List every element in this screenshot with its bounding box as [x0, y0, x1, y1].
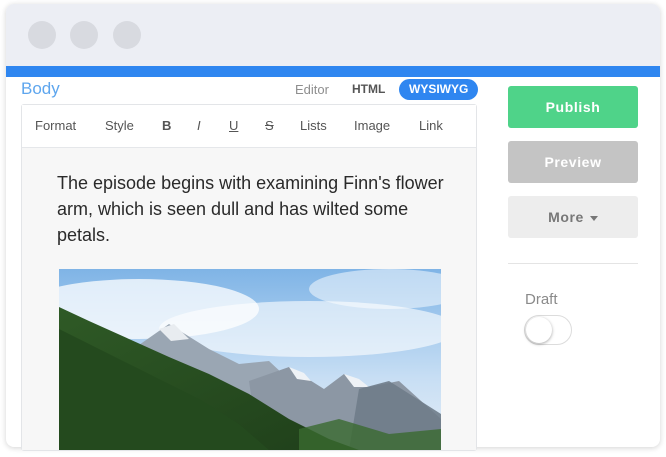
window-close-dot[interactable] — [28, 21, 56, 49]
publish-button[interactable]: Publish — [508, 86, 638, 128]
format-menu[interactable]: Format — [35, 118, 76, 133]
strikethrough-button[interactable]: S — [265, 118, 274, 133]
editor-content-area[interactable]: The episode begins with examining Finn's… — [22, 148, 476, 450]
link-button[interactable]: Link — [419, 118, 443, 133]
content-paragraph[interactable]: The episode begins with examining Finn's… — [57, 170, 449, 248]
window-minimize-dot[interactable] — [70, 21, 98, 49]
mode-tab-html[interactable]: HTML — [352, 82, 385, 96]
accent-bar — [6, 66, 660, 77]
bold-button[interactable]: B — [162, 118, 171, 133]
mountain-photo[interactable] — [59, 269, 441, 450]
body-field-label: Body — [21, 79, 60, 98]
underline-button[interactable]: U — [229, 118, 238, 133]
draft-toggle[interactable] — [524, 315, 572, 345]
window-titlebar — [6, 4, 660, 66]
window-maximize-dot[interactable] — [113, 21, 141, 49]
editor-toolbar: Format Style B I U S Lists Image Link — [22, 105, 476, 148]
lists-menu[interactable]: Lists — [300, 118, 327, 133]
mountain-landscape-image — [59, 269, 441, 450]
caret-down-icon — [589, 215, 598, 221]
image-button[interactable]: Image — [354, 118, 390, 133]
preview-button[interactable]: Preview — [508, 141, 638, 183]
italic-button[interactable]: I — [197, 118, 201, 133]
mode-tab-editor[interactable]: Editor — [295, 82, 329, 97]
style-menu[interactable]: Style — [105, 118, 134, 133]
more-button-label: More — [548, 209, 584, 225]
sidebar-divider — [508, 263, 638, 264]
toggle-knob — [526, 317, 552, 343]
mode-tab-wysiwyg[interactable]: WYSIWYG — [399, 79, 479, 100]
rich-text-editor: Format Style B I U S Lists Image Link Th… — [21, 104, 477, 451]
more-button[interactable]: More — [508, 196, 638, 238]
draft-label: Draft — [525, 291, 558, 308]
